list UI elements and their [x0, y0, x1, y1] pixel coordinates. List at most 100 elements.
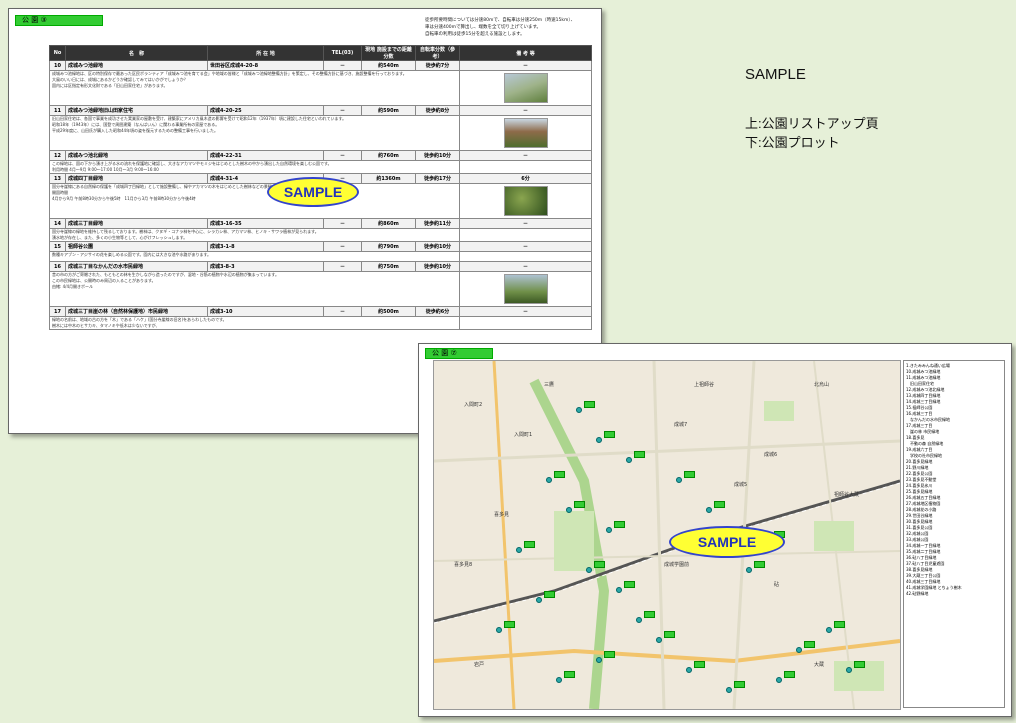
photo-cell: [459, 70, 592, 106]
location-pin[interactable]: [746, 567, 752, 573]
park-marker[interactable]: [504, 621, 515, 628]
map-place-label: 入間町1: [514, 432, 533, 438]
table-cell: 徒歩約17分: [415, 173, 460, 184]
park-marker[interactable]: [584, 401, 595, 408]
park-marker[interactable]: [684, 471, 695, 478]
location-pin[interactable]: [576, 407, 582, 413]
table-cell: 成城3-8-3: [207, 261, 324, 272]
location-pin[interactable]: [636, 617, 642, 623]
location-pin[interactable]: [626, 457, 632, 463]
table-cell: 徒歩約8分: [415, 105, 460, 116]
park-marker[interactable]: [624, 581, 635, 588]
table-cell: 約760m: [361, 150, 416, 161]
table-cell: 世田谷区成城4-20-8: [207, 60, 324, 71]
park-marker[interactable]: [734, 681, 745, 688]
location-pin[interactable]: [496, 627, 502, 633]
table-row-description: 昔の市の方がご寄贈された、もともとの林を生かしながら造ったのですが、湿地・谷筋の…: [49, 271, 592, 307]
park-marker[interactable]: [604, 431, 615, 438]
park-marker[interactable]: [754, 561, 765, 568]
table-cell: －: [323, 306, 362, 317]
table-cell: 約860m: [361, 218, 416, 229]
location-pin[interactable]: [616, 587, 622, 593]
park-marker[interactable]: [564, 671, 575, 678]
table-cell: 成城3-1-8: [207, 241, 324, 252]
sample-watermark: SAMPLE: [267, 177, 359, 207]
park-marker[interactable]: [634, 451, 645, 458]
park-marker[interactable]: [694, 661, 705, 668]
table-cell: 成城みつ池緑地旧山田家住宅: [65, 105, 208, 116]
map-place-label: 祖師谷大蔵: [834, 492, 860, 498]
park-marker[interactable]: [664, 631, 675, 638]
description-line: 4月から9月 午前8時30分から午後5時 11月から3月 午前8時30分から午後…: [52, 196, 196, 201]
location-pin[interactable]: [596, 437, 602, 443]
location-pin[interactable]: [846, 667, 852, 673]
map-place-label: 成城5: [734, 482, 748, 488]
col-header: 自転車分数（参考）: [415, 45, 460, 61]
table-cell: －: [323, 261, 362, 272]
table-cell: 祖師谷公園: [65, 241, 208, 252]
park-map[interactable]: 入間町2 入間町1 成城7 成城6 成城5 喜多見砧大蔵 成城学園前 祖師谷大蔵 岩戸 喜多見8 三…: [433, 360, 901, 710]
description-cell: 国分寺崖線にある自然緑の保護を「成城四丁目緑地」として施設整備し、緑やアカマツの…: [49, 183, 460, 219]
table-cell: －: [459, 241, 592, 252]
table-cell: 約790m: [361, 241, 416, 252]
location-pin[interactable]: [676, 477, 682, 483]
location-pin[interactable]: [596, 657, 602, 663]
park-marker[interactable]: [554, 471, 565, 478]
location-pin[interactable]: [536, 597, 542, 603]
table-cell: 成城4-20-25: [207, 105, 324, 116]
table-cell: 約750m: [361, 261, 416, 272]
map-place-label: 三鷹: [544, 382, 555, 388]
location-pin[interactable]: [586, 567, 592, 573]
caption-title: SAMPLE: [745, 66, 806, 83]
description-cell: 国分寺崖線の緑地を維持して残るしております。樹林は、クヌギ・コナラ林を中心に、シ…: [49, 228, 460, 242]
park-marker[interactable]: [854, 661, 865, 668]
location-pin[interactable]: [776, 677, 782, 683]
travel-time-note: 徒歩所要時間については分速80mで、自転車は分速250m（時速15km）、 車は…: [425, 17, 595, 38]
location-pin[interactable]: [566, 507, 572, 513]
park-marker[interactable]: [604, 651, 615, 658]
caption-line-lower: 下:公園プロット: [745, 135, 840, 150]
location-pin[interactable]: [546, 477, 552, 483]
park-marker[interactable]: [574, 501, 585, 508]
location-pin[interactable]: [796, 647, 802, 653]
location-pin[interactable]: [556, 677, 562, 683]
table-cell: 徒歩約10分: [415, 150, 460, 161]
table-cell: 10: [49, 60, 66, 71]
park-marker[interactable]: [834, 621, 845, 628]
location-pin[interactable]: [826, 627, 832, 633]
location-pin[interactable]: [606, 527, 612, 533]
park-marker[interactable]: [614, 521, 625, 528]
park-marker[interactable]: [644, 611, 655, 618]
location-pin[interactable]: [706, 507, 712, 513]
park-marker[interactable]: [714, 501, 725, 508]
table-row: 10 成城みつ池緑地 世田谷区成城4-20-8 －約540m 徒歩約7分－: [49, 60, 592, 71]
location-pin[interactable]: [656, 637, 662, 643]
location-pin[interactable]: [726, 687, 732, 693]
park-marker[interactable]: [524, 541, 535, 548]
table-row: 12 成城みつ池北緑地 成城4-22-31 －約760m 徒歩約10分－: [49, 150, 592, 161]
table-cell: 17: [49, 306, 66, 317]
map-place-label: 成城7: [674, 422, 688, 428]
table-cell: －: [459, 60, 592, 71]
table-cell: 12: [49, 150, 66, 161]
park-marker[interactable]: [544, 591, 555, 598]
park-marker[interactable]: [804, 641, 815, 648]
table-cell: 11: [49, 105, 66, 116]
table-row-description: 成城みつ池緑地は、区の特別保存で最あった区民ボランティア「成城みつ池を育てる会」…: [49, 70, 592, 106]
table-cell: 成城みつ池北緑地: [65, 150, 208, 161]
location-pin[interactable]: [686, 667, 692, 673]
table-cell: 約500m: [361, 306, 416, 317]
description-line: 樹木には中木のヒサカキ、タマノキや低木は少ないですが、: [52, 323, 160, 328]
location-pin[interactable]: [516, 547, 522, 553]
table-cell: －: [459, 261, 592, 272]
photo-cell: [459, 271, 592, 307]
table-row-description: この緑地は、園の下から湧き上がる水の流れを保護地に確認し、大きなアカマツやモミジ…: [49, 160, 592, 174]
table-cell: 6分: [459, 173, 592, 184]
park-marker[interactable]: [784, 671, 795, 678]
table-cell: 徒歩約7分: [415, 60, 460, 71]
note-line: 徒歩所要時間については分速80mで、自転車は分速250m（時速15km）、: [425, 18, 576, 23]
table-cell: 徒歩約6分: [415, 306, 460, 317]
table-cell: 成城三丁目緑地: [65, 218, 208, 229]
table-cell: 13: [49, 173, 66, 184]
park-marker[interactable]: [594, 561, 605, 568]
